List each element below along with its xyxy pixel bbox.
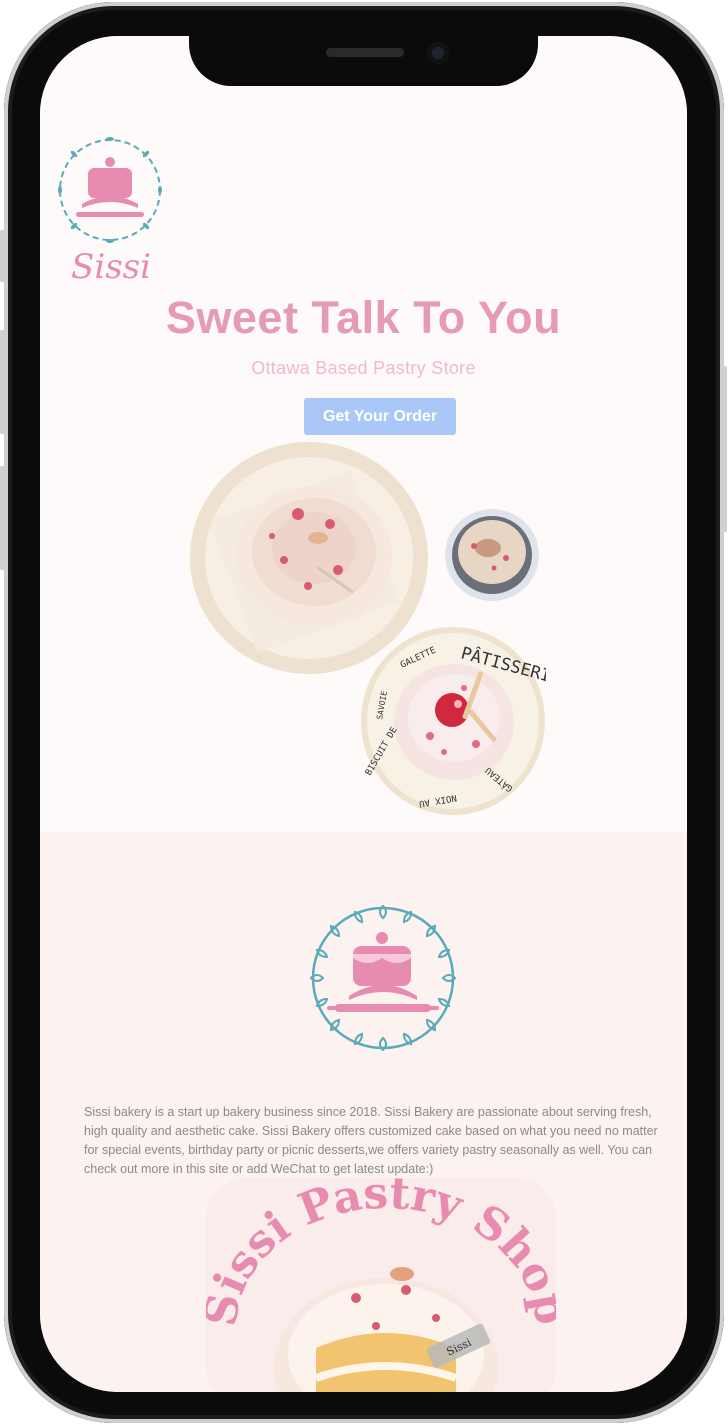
phone-volume-down (0, 466, 5, 570)
wreath-icon (305, 900, 461, 1056)
hero-section: Sissi Sweet Talk To You Ottawa Based Pas… (40, 36, 687, 832)
speaker-grille (326, 48, 404, 57)
rolling-pin-icon (327, 1004, 439, 1012)
screen: Sissi Sweet Talk To You Ottawa Based Pas… (40, 36, 687, 1392)
hero-subtitle: Ottawa Based Pastry Store (251, 358, 476, 378)
sissi-logo-icon[interactable]: Sissi (54, 134, 168, 287)
camera-icon (427, 42, 449, 64)
svg-text:Sissi: Sissi (71, 247, 151, 284)
logo-wreath-icon: Sissi (58, 137, 162, 287)
shop-badge-image: Sissi Pastry Shop Sissi (206, 1178, 556, 1392)
cake-photo-patisserie: PÂTISSERIE GALETTE SAVOIE BISCUIT DE NOI… (360, 626, 563, 816)
cake-photo-small (444, 508, 540, 602)
about-section: Sissi bakery is a start up bakery busine… (40, 832, 687, 1392)
hero-title: Sweet Talk To You (165, 292, 562, 343)
phone-volume-up (0, 330, 5, 434)
logo-text: Sissi (71, 247, 151, 287)
phone-power-button (722, 366, 727, 532)
phone-notch (189, 36, 538, 86)
get-order-button[interactable]: Get Your Order (304, 398, 456, 435)
cake-icon (349, 932, 417, 1000)
about-paragraph: Sissi bakery is a start up bakery busine… (84, 1104, 658, 1176)
phone-side-button (0, 230, 5, 282)
